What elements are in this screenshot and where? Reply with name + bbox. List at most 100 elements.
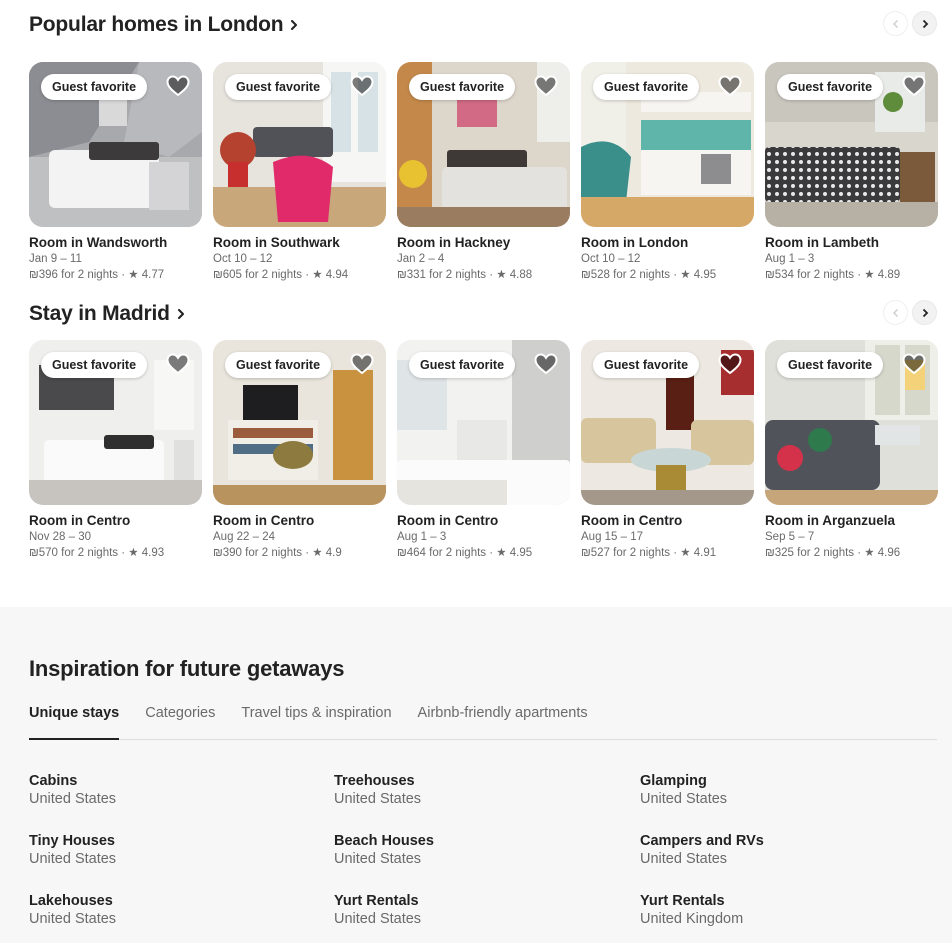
prev-button[interactable]	[883, 11, 908, 36]
listing-card[interactable]: Guest favorite Room in Arganzuela Sep 5 …	[765, 340, 938, 559]
tab-categories[interactable]: Categories	[145, 705, 215, 740]
listing-carousel-madrid: Guest favorite Room in Centro Nov 28 – 3…	[29, 340, 938, 559]
heart-icon[interactable]	[166, 353, 190, 375]
inspiration-link[interactable]: Treehouses United States	[334, 772, 640, 808]
chevron-left-icon	[892, 308, 898, 317]
inspiration-panel: Inspiration for future getaways Unique s…	[0, 607, 952, 943]
guest-favorite-badge: Guest favorite	[777, 352, 884, 378]
listing-dates: Aug 1 – 3	[397, 531, 447, 543]
heart-icon[interactable]	[534, 75, 558, 97]
section-london: Popular homes in London Guest favorite R…	[29, 11, 939, 281]
guest-favorite-badge: Guest favorite	[225, 352, 332, 378]
chevron-left-icon	[892, 19, 898, 28]
inspiration-link[interactable]: Campers and RVs United States	[640, 832, 939, 868]
listing-title: Room in Arganzuela	[765, 513, 896, 528]
listing-card[interactable]: Guest favorite Room in Wandsworth Jan 9 …	[29, 62, 202, 281]
listing-photo[interactable]: Guest favorite	[213, 62, 386, 227]
listing-dates: Jan 2 – 4	[397, 253, 445, 265]
inspiration-link[interactable]: Tiny Houses United States	[29, 832, 334, 868]
inspiration-link[interactable]: Cabins United States	[29, 772, 334, 808]
inspiration-link[interactable]: Beach Houses United States	[334, 832, 640, 868]
listing-card[interactable]: Guest favorite Room in Centro Nov 28 – 3…	[29, 340, 202, 559]
tab-travel-tips[interactable]: Travel tips & inspiration	[241, 705, 391, 740]
heart-icon[interactable]	[902, 75, 926, 97]
listing-card[interactable]: Guest favorite Room in Hackney Jan 2 – 4…	[397, 62, 570, 281]
carousel-nav	[883, 11, 937, 36]
listing-price-rating: ₪570 for 2 nights · ★ 4.93	[29, 547, 165, 559]
section-madrid: Stay in Madrid Guest favorite Room in Ce…	[29, 300, 939, 559]
listing-dates: Oct 10 – 12	[581, 253, 641, 265]
listing-card[interactable]: Guest favorite Room in Centro Aug 22 – 2…	[213, 340, 386, 559]
listing-dates: Jan 9 – 11	[29, 253, 82, 265]
listing-price-rating: ₪527 for 2 nights · ★ 4.91	[581, 547, 717, 559]
guest-favorite-badge: Guest favorite	[409, 352, 516, 378]
guest-favorite-badge: Guest favorite	[593, 352, 700, 378]
listing-price-rating: ₪396 for 2 nights · ★ 4.77	[29, 269, 165, 281]
listing-price-rating: ₪325 for 2 nights · ★ 4.96	[765, 547, 901, 559]
listing-dates: Aug 15 – 17	[581, 531, 644, 543]
listing-card[interactable]: Guest favorite Room in London Oct 10 – 1…	[581, 62, 754, 281]
listing-title: Room in Lambeth	[765, 235, 879, 250]
tab-unique-stays[interactable]: Unique stays	[29, 705, 120, 740]
section-title-london[interactable]: Popular homes in London	[29, 12, 939, 38]
listing-photo[interactable]: Guest favorite	[29, 62, 202, 227]
heart-icon[interactable]	[350, 75, 374, 97]
listing-dates: Aug 1 – 3	[765, 253, 815, 265]
next-button[interactable]	[912, 300, 937, 325]
listing-title: Room in Southwark	[213, 235, 340, 250]
listing-card[interactable]: Guest favorite Room in Centro Aug 15 – 1…	[581, 340, 754, 559]
heart-icon[interactable]	[718, 75, 742, 97]
listing-photo[interactable]: Guest favorite	[765, 62, 938, 227]
listing-price-rating: ₪528 for 2 nights · ★ 4.95	[581, 269, 717, 281]
chevron-right-icon	[922, 19, 928, 28]
tab-airbnb-friendly-apartments[interactable]: Airbnb-friendly apartments	[418, 705, 588, 740]
section-title-madrid[interactable]: Stay in Madrid	[29, 301, 939, 327]
heart-icon[interactable]	[350, 353, 374, 375]
listing-title: Room in Centro	[581, 513, 683, 528]
guest-favorite-badge: Guest favorite	[225, 74, 332, 100]
listing-photo[interactable]: Guest favorite	[765, 340, 938, 505]
heart-icon[interactable]	[166, 75, 190, 97]
guest-favorite-badge: Guest favorite	[593, 74, 700, 100]
listing-title: Room in Centro	[213, 513, 315, 528]
listing-title: Room in Hackney	[397, 235, 511, 250]
listing-photo[interactable]: Guest favorite	[397, 340, 570, 505]
listing-photo[interactable]: Guest favorite	[29, 340, 202, 505]
listing-dates: Sep 5 – 7	[765, 531, 815, 543]
listing-price-rating: ₪534 for 2 nights · ★ 4.89	[765, 269, 901, 281]
listing-title: Room in Centro	[29, 513, 131, 528]
listing-title: Room in Centro	[397, 513, 499, 528]
listing-card[interactable]: Guest favorite Room in Centro Aug 1 – 3 …	[397, 340, 570, 559]
listing-price-rating: ₪331 for 2 nights · ★ 4.88	[397, 269, 533, 281]
chevron-right-icon[interactable]	[289, 20, 299, 30]
inspiration-link[interactable]: Yurt Rentals United States	[334, 892, 640, 928]
chevron-right-icon	[922, 308, 928, 317]
listing-price-rating: ₪605 for 2 nights · ★ 4.94	[213, 269, 349, 281]
listing-title: Room in Wandsworth	[29, 235, 168, 250]
listing-dates: Oct 10 – 12	[213, 253, 273, 265]
inspiration-grid: Cabins United States Treehouses United Sta…	[29, 772, 939, 928]
heart-icon[interactable]	[534, 353, 558, 375]
inspiration-title: Inspiration for future getaways	[29, 656, 345, 681]
listing-price-rating: ₪464 for 2 nights · ★ 4.95	[397, 547, 533, 559]
inspiration-link[interactable]: Lakehouses United States	[29, 892, 334, 928]
listing-title: Room in London	[581, 235, 689, 250]
listing-carousel-london: Guest favorite Room in Wandsworth Jan 9 …	[29, 62, 938, 281]
inspiration-link[interactable]: Glamping United States	[640, 772, 939, 808]
listing-dates: Aug 22 – 24	[213, 531, 276, 543]
listing-photo[interactable]: Guest favorite	[213, 340, 386, 505]
prev-button[interactable]	[883, 300, 908, 325]
chevron-right-icon[interactable]	[176, 309, 186, 319]
inspiration-tabs: Unique stays Categories Travel tips & in…	[29, 705, 937, 740]
guest-favorite-badge: Guest favorite	[41, 74, 148, 100]
next-button[interactable]	[912, 11, 937, 36]
listing-photo[interactable]: Guest favorite	[581, 62, 754, 227]
listing-card[interactable]: Guest favorite Room in Southwark Oct 10 …	[213, 62, 386, 281]
guest-favorite-badge: Guest favorite	[409, 74, 516, 100]
listing-photo[interactable]: Guest favorite	[397, 62, 570, 227]
inspiration-link[interactable]: Yurt Rentals United Kingdom	[640, 892, 939, 928]
listing-card[interactable]: Guest favorite Room in Lambeth Aug 1 – 3…	[765, 62, 938, 281]
heart-icon[interactable]	[718, 353, 742, 375]
listing-photo[interactable]: Guest favorite	[581, 340, 754, 505]
heart-icon[interactable]	[902, 353, 926, 375]
